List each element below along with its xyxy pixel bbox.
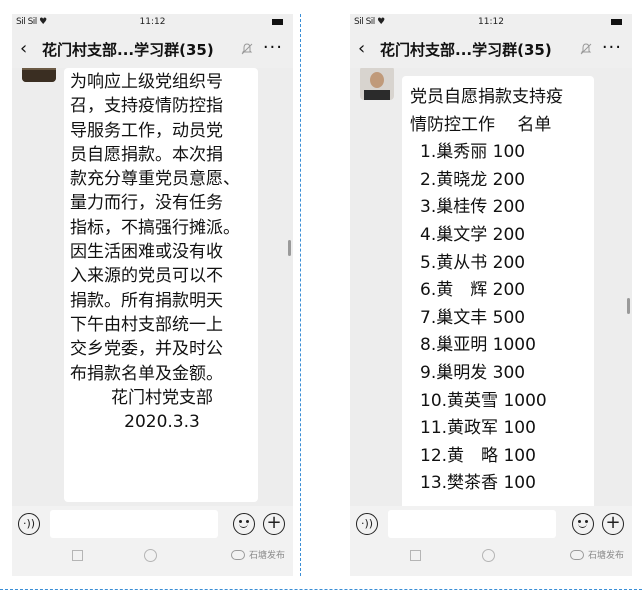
notice-text: 为响应上级党组织号 召，支持疫情防控指 导服务工作，动员党 员自愿捐款。本次捐 … bbox=[70, 68, 254, 434]
avatar[interactable] bbox=[360, 68, 394, 100]
notice-line: 下午由村支部统一上 bbox=[70, 314, 223, 335]
back-arrow-icon[interactable]: ‹ bbox=[358, 38, 365, 60]
message-bubble-donation-list[interactable]: 党员自愿捐款支持疫 情防控工作 名单 1.巢秀丽 100 2.黄晓龙 200 3… bbox=[402, 76, 594, 506]
emoji-icon[interactable] bbox=[233, 513, 255, 535]
notice-line: 量力而行，没有任务 bbox=[70, 193, 223, 214]
status-bar: Sil Sil ♥ 11:12 bbox=[350, 14, 632, 32]
list-item: 9.巢明发 300 bbox=[420, 362, 526, 383]
list-item: 8.巢亚明 1000 bbox=[420, 335, 536, 356]
more-options-icon[interactable]: ··· bbox=[602, 38, 622, 58]
chat-header: ‹ 花门村支部...学习群(35) ··· bbox=[350, 32, 632, 68]
message-input[interactable] bbox=[50, 510, 218, 538]
input-bar: ·)) + bbox=[12, 506, 293, 542]
list-item: 10.黄英雪 1000 bbox=[420, 390, 547, 411]
list-heading: 情防控工作 名单 bbox=[410, 114, 552, 135]
list-item: 13.樊茶香 100 bbox=[420, 473, 536, 494]
notice-line: 员自愿捐款。本次捐 bbox=[70, 144, 223, 165]
message-bubble-notice[interactable]: 为响应上级党组织号 召，支持疫情防控指 导服务工作，动员党 员自愿捐款。本次捐 … bbox=[64, 68, 258, 502]
recent-apps-icon[interactable] bbox=[410, 550, 421, 561]
list-item: 3.巢桂传 200 bbox=[420, 197, 526, 218]
notice-signature: 花门村党支部 bbox=[111, 387, 213, 408]
panel-divider-horizontal bbox=[0, 589, 642, 590]
notice-line: 为响应上级党组织号 bbox=[70, 72, 223, 92]
more-options-icon[interactable]: ··· bbox=[263, 38, 283, 58]
list-item: 7.巢文丰 500 bbox=[420, 307, 526, 328]
recent-apps-icon[interactable] bbox=[72, 550, 83, 561]
list-item: 2.黄晓龙 200 bbox=[420, 169, 526, 190]
home-icon[interactable] bbox=[482, 549, 495, 562]
notice-line: 款充分尊重党员意愿、 bbox=[70, 169, 240, 190]
notice-line: 捐款。所有捐款明天 bbox=[70, 290, 223, 311]
list-item: 4.巢文学 200 bbox=[420, 224, 526, 245]
chat-area[interactable]: 为响应上级党组织号 召，支持疫情防控指 导服务工作，动员党 员自愿捐款。本次捐 … bbox=[12, 68, 293, 506]
list-heading: 党员自愿捐款支持疫 bbox=[410, 87, 563, 107]
voice-input-icon[interactable]: ·)) bbox=[18, 513, 40, 535]
home-icon[interactable] bbox=[144, 549, 157, 562]
list-item: 5.黄从书 200 bbox=[420, 252, 526, 273]
watermark: 石塘发布 bbox=[569, 548, 624, 561]
notice-line: 指标，不搞强行摊派。 bbox=[70, 217, 240, 238]
scroll-indicator[interactable] bbox=[288, 240, 291, 256]
watermark-logo-icon bbox=[569, 550, 584, 560]
phone-screenshot-left: Sil Sil ♥ 11:12 ‹ 花门村支部...学习群(35) ··· 为响… bbox=[12, 14, 293, 576]
chat-title: 花门村支部...学习群(35) bbox=[380, 41, 552, 59]
list-item: 6.黄 辉 200 bbox=[420, 280, 526, 301]
battery-icon bbox=[272, 19, 283, 25]
emoji-icon[interactable] bbox=[572, 513, 594, 535]
chat-title: 花门村支部...学习群(35) bbox=[42, 41, 214, 59]
mute-bell-icon bbox=[580, 43, 592, 55]
notice-line: 布捐款名单及金额。 bbox=[70, 363, 223, 384]
scroll-indicator[interactable] bbox=[627, 298, 630, 314]
battery-icon bbox=[611, 19, 622, 25]
watermark: 石塘发布 bbox=[230, 548, 285, 561]
add-more-icon[interactable]: + bbox=[263, 513, 285, 535]
message-input[interactable] bbox=[388, 510, 556, 538]
notice-line: 交乡党委，并及时公 bbox=[70, 339, 223, 360]
list-item: 12.黄 略 100 bbox=[420, 445, 536, 466]
phone-screenshot-right: Sil Sil ♥ 11:12 ‹ 花门村支部...学习群(35) ··· 党员… bbox=[350, 14, 632, 576]
watermark-logo-icon bbox=[230, 550, 245, 560]
back-arrow-icon[interactable]: ‹ bbox=[20, 38, 27, 60]
mute-bell-icon bbox=[241, 43, 253, 55]
voice-input-icon[interactable]: ·)) bbox=[356, 513, 378, 535]
notice-date: 2020.3.3 bbox=[124, 412, 200, 433]
status-time: 11:12 bbox=[139, 17, 166, 27]
list-item: 1.巢秀丽 100 bbox=[420, 142, 526, 163]
list-item: 11.黄政军 100 bbox=[420, 418, 536, 439]
notice-line: 因生活困难或没有收 bbox=[70, 242, 223, 263]
system-nav-bar: 石塘发布 bbox=[350, 542, 632, 576]
chat-area[interactable]: 党员自愿捐款支持疫 情防控工作 名单 1.巢秀丽 100 2.黄晓龙 200 3… bbox=[350, 68, 632, 506]
notice-line: 入来源的党员可以不 bbox=[70, 266, 223, 287]
add-more-icon[interactable]: + bbox=[602, 513, 624, 535]
system-nav-bar: 石塘发布 bbox=[12, 542, 293, 576]
chat-header: ‹ 花门村支部...学习群(35) ··· bbox=[12, 32, 293, 68]
panel-divider-vertical bbox=[300, 14, 301, 576]
notice-line: 导服务工作，动员党 bbox=[70, 120, 223, 141]
input-bar: ·)) + bbox=[350, 506, 632, 542]
status-time: 11:12 bbox=[478, 17, 504, 27]
status-bar: Sil Sil ♥ 11:12 bbox=[12, 14, 293, 32]
avatar[interactable] bbox=[22, 68, 56, 82]
notice-line: 召，支持疫情防控指 bbox=[70, 96, 223, 117]
